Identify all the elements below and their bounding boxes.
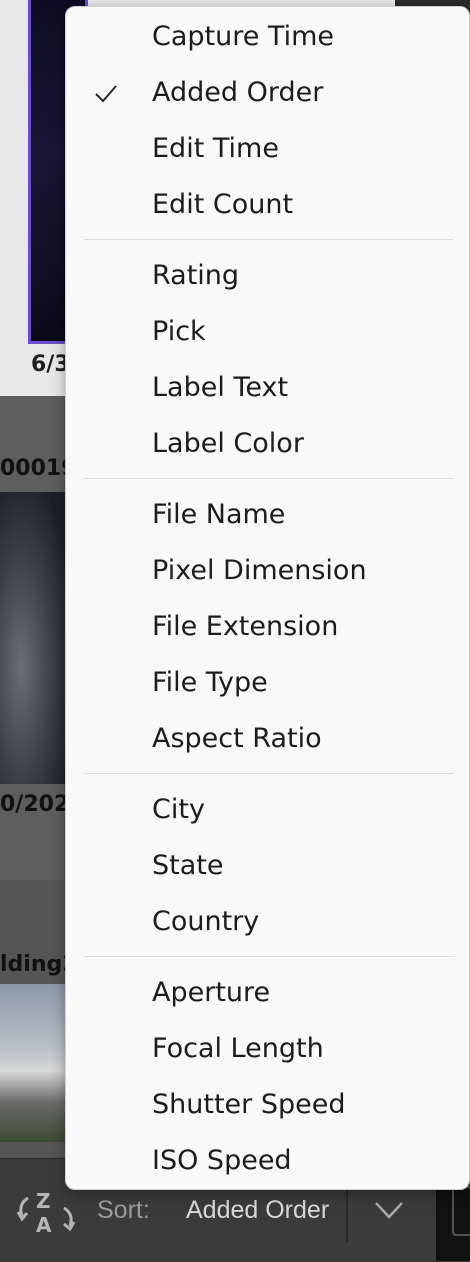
menu-item-focal-length[interactable]: Focal Length bbox=[66, 1023, 469, 1079]
menu-separator bbox=[84, 239, 454, 240]
menu-item-label: Shutter Speed bbox=[152, 1089, 346, 1120]
checkmark-icon bbox=[95, 85, 117, 103]
svg-text:A: A bbox=[36, 1213, 52, 1237]
menu-item-pixel-dimension[interactable]: Pixel Dimension bbox=[66, 545, 469, 601]
menu-item-state[interactable]: State bbox=[66, 840, 469, 896]
menu-item-label: Added Order bbox=[152, 77, 324, 108]
menu-item-label: Aperture bbox=[152, 977, 271, 1008]
menu-item-label: State bbox=[152, 850, 224, 881]
menu-item-label: File Name bbox=[152, 499, 286, 530]
menu-item-city[interactable]: City bbox=[66, 784, 469, 840]
menu-item-file-name[interactable]: File Name bbox=[66, 489, 469, 545]
menu-separator bbox=[84, 773, 454, 774]
menu-item-label: Label Color bbox=[152, 428, 304, 459]
menu-item-label: Pick bbox=[152, 316, 206, 347]
menu-item-label: Country bbox=[152, 906, 260, 937]
sort-label: Sort: bbox=[97, 1196, 150, 1224]
menu-item-pick[interactable]: Pick bbox=[66, 306, 469, 362]
toolbar-divider bbox=[346, 1186, 348, 1242]
menu-item-file-type[interactable]: File Type bbox=[66, 657, 469, 713]
menu-item-added-order[interactable]: Added Order bbox=[66, 67, 469, 123]
menu-item-label: Label Text bbox=[152, 372, 289, 403]
thumbnail-image[interactable] bbox=[0, 984, 70, 1142]
sort-menu: Capture Time Added Order Edit Time Edit Cou… bbox=[65, 6, 470, 1190]
chevron-down-icon[interactable] bbox=[374, 1200, 404, 1220]
menu-item-shutter-speed[interactable]: Shutter Speed bbox=[66, 1079, 469, 1135]
menu-item-edit-count[interactable]: Edit Count bbox=[66, 179, 469, 235]
menu-item-country[interactable]: Country bbox=[66, 896, 469, 952]
menu-item-label: Edit Time bbox=[152, 133, 279, 164]
svg-text:Z: Z bbox=[36, 1189, 51, 1213]
menu-item-label: Rating bbox=[152, 260, 240, 291]
menu-item-label: File Type bbox=[152, 667, 268, 698]
thumbnail-image[interactable] bbox=[0, 492, 70, 784]
menu-item-rating[interactable]: Rating bbox=[66, 250, 469, 306]
menu-item-label: City bbox=[152, 794, 205, 825]
menu-item-label: File Extension bbox=[152, 611, 339, 642]
toolbar-button[interactable] bbox=[452, 1186, 470, 1236]
menu-item-edit-time[interactable]: Edit Time bbox=[66, 123, 469, 179]
menu-separator bbox=[84, 478, 454, 479]
menu-item-label-text[interactable]: Label Text bbox=[66, 362, 469, 418]
menu-item-label: ISO Speed bbox=[152, 1145, 292, 1176]
sort-value-dropdown[interactable]: Added Order bbox=[186, 1196, 329, 1225]
menu-item-label: Edit Count bbox=[152, 189, 294, 220]
menu-item-file-extension[interactable]: File Extension bbox=[66, 601, 469, 657]
menu-item-aperture[interactable]: Aperture bbox=[66, 967, 469, 1023]
menu-item-iso-speed[interactable]: ISO Speed bbox=[66, 1135, 469, 1191]
thumbnail-date: 6/3 bbox=[31, 352, 70, 377]
menu-item-capture-time[interactable]: Capture Time bbox=[66, 11, 469, 67]
menu-item-label: Pixel Dimension bbox=[152, 555, 367, 586]
menu-item-label: Focal Length bbox=[152, 1033, 324, 1064]
sort-za-icon[interactable]: Z A bbox=[14, 1186, 78, 1238]
menu-item-label: Capture Time bbox=[152, 21, 335, 52]
menu-item-aspect-ratio[interactable]: Aspect Ratio bbox=[66, 713, 469, 769]
menu-separator bbox=[84, 956, 454, 957]
thumbnail-date: 0/202 bbox=[0, 792, 70, 817]
menu-item-label: Aspect Ratio bbox=[152, 723, 322, 754]
menu-item-label-color[interactable]: Label Color bbox=[66, 418, 469, 474]
